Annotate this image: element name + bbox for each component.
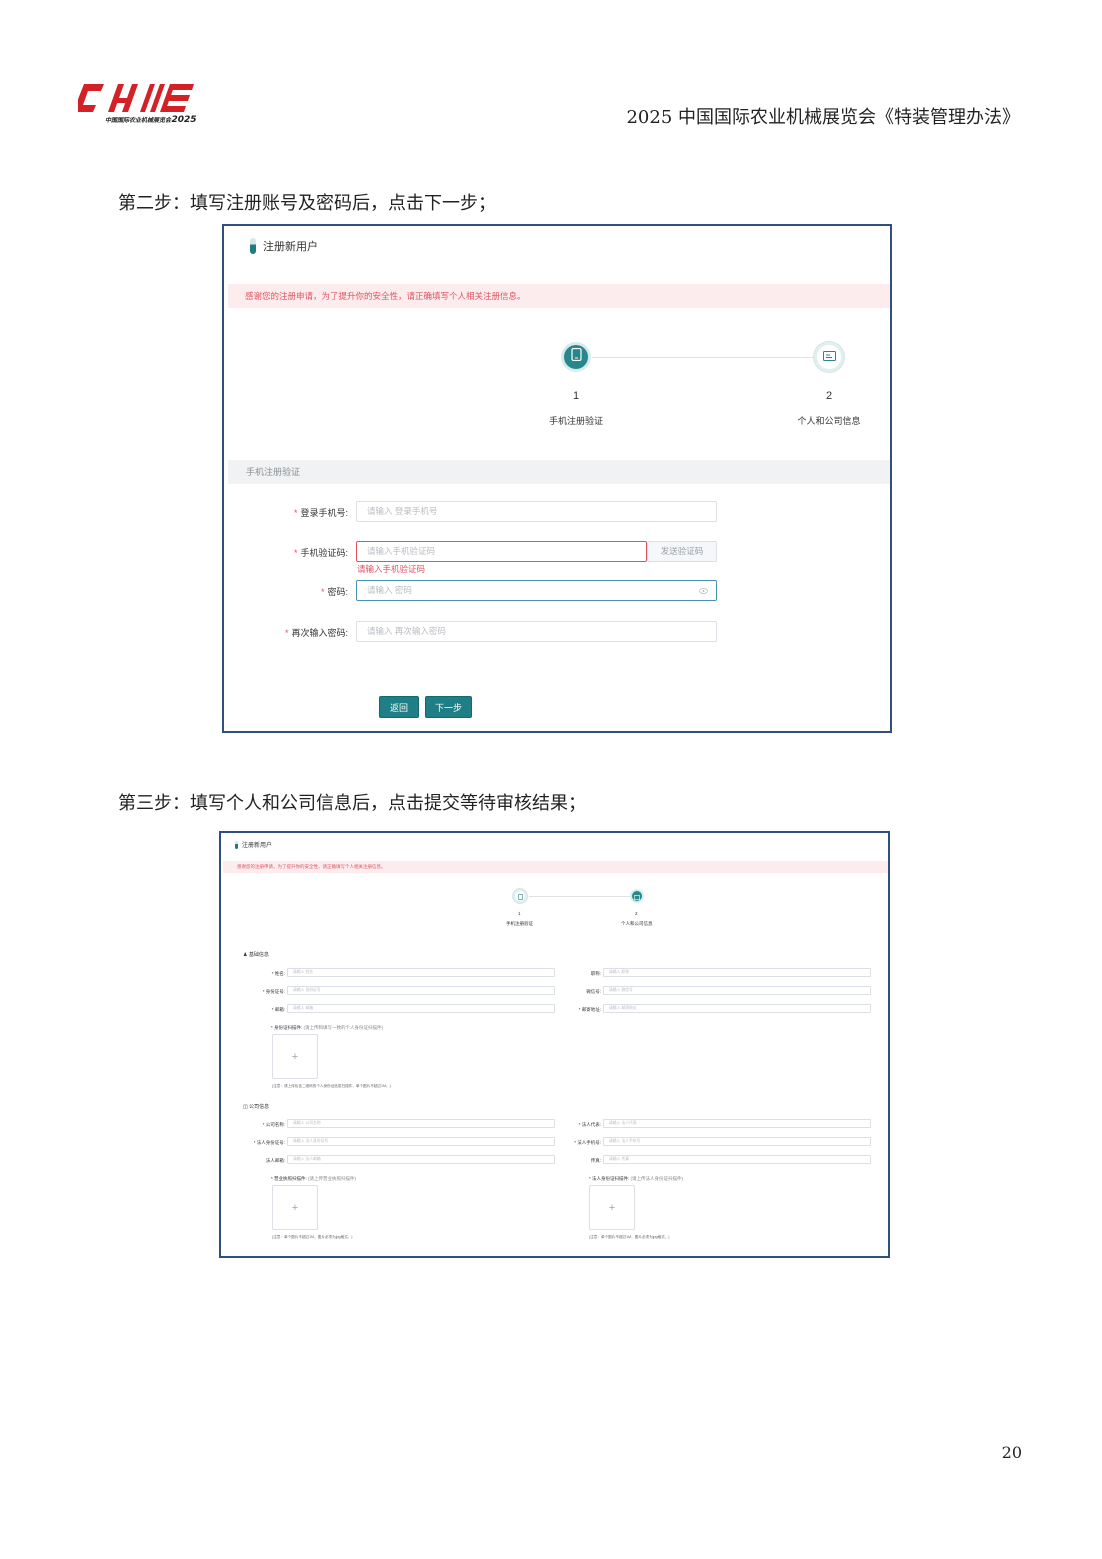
address-input[interactable]: 请输入 邮寄地址 (603, 1004, 871, 1013)
id-number-label: * 身份证号: (262, 989, 285, 994)
name-label: * 姓名: (271, 971, 285, 976)
phone-input[interactable]: 请输入 登录手机号 (356, 501, 717, 522)
step2-label: 个人和公司信息 (797, 416, 861, 426)
license-upload-box[interactable]: + (272, 1185, 318, 1230)
step1-label: 手机注册验证 (548, 416, 603, 426)
user-icon: ♟ (243, 952, 248, 958)
legal-id-upload-note: (注意：单个图片不超过1M，图片必须为jpg格式。) (589, 1235, 670, 1239)
id-upload-note: (注意：请上传包含二维码的个人身份证信息扫描件，单个图片不超过1M。) (272, 1084, 391, 1088)
legal-rep-label: * 法人代表: (578, 1122, 601, 1127)
next-button[interactable]: 下一步 (425, 696, 472, 718)
email-input[interactable]: 请输入 邮箱 (287, 1004, 555, 1013)
step1-circle (561, 342, 591, 372)
step2-circle (814, 342, 844, 372)
phone-icon (517, 887, 523, 905)
step1-label-2: 手机注册验证 (506, 921, 533, 926)
section-title: 手机注册验证 (228, 460, 890, 484)
register-title-2: 注册新用户 (242, 843, 273, 849)
legal-id-label: * 法人身份证号: (253, 1140, 285, 1145)
register-header-2: 注册新用户 (235, 840, 272, 849)
eye-icon[interactable] (699, 581, 708, 607)
legal-phone-input[interactable]: 请输入 法人手机号 (603, 1137, 871, 1146)
step1-number-2: 1 (518, 911, 521, 916)
legal-email-label: 法人邮箱: (265, 1158, 285, 1163)
job-title-label: 职称: (590, 971, 601, 976)
legal-phone-label: * 法人手机号: (574, 1140, 601, 1145)
email-label: * 邮箱: (271, 1007, 285, 1012)
license-upload-note: (注意：单个图片不超过1M，图片必须为jpg格式。) (272, 1235, 353, 1239)
id-card-icon (822, 348, 836, 366)
legal-email-input[interactable]: 请输入 法人邮箱 (287, 1155, 555, 1164)
phone-label: * 登录手机号: (293, 508, 348, 518)
job-title-input[interactable]: 请输入 职称 (603, 968, 871, 977)
sms-code-label: * 手机验证码: (293, 548, 348, 558)
step2-label-2: 个人和公司信息 (621, 921, 653, 926)
sms-code-input[interactable]: 请输入手机验证码 (356, 541, 647, 562)
id-upload-label: * 身份证扫描件: (请上传和填写一致的个人身份证扫描件) (271, 1025, 384, 1030)
svg-text:中国国际农业机械展览会: 中国国际农业机械展览会 (105, 116, 172, 124)
company-name-label: * 公司名称: (262, 1122, 285, 1127)
personal-section-title: ♟ 基础信息 (243, 952, 269, 958)
svg-text:2025: 2025 (171, 115, 196, 124)
screenshot-company-info: 注册新用户 感谢您的注册申请，为了提升你的安全性，请正确填写个人相关注册信息。 … (219, 831, 890, 1258)
step1-circle-2 (513, 889, 527, 903)
legal-id-upload-label: * 法人身份证扫描件: (请上传法人身份证扫描件) (589, 1176, 684, 1181)
legal-rep-input[interactable]: 请输入 法人代表 (603, 1119, 871, 1128)
register-notice: 感谢您的注册申请，为了提升你的安全性，请正确填写个人相关注册信息。 (228, 284, 890, 308)
steps-connector (592, 357, 814, 358)
fax-label: 传真: (590, 1158, 601, 1163)
step2-circle-2 (630, 889, 644, 903)
legal-id-upload-box[interactable]: + (589, 1185, 635, 1230)
id-number-input[interactable]: 请输入 身份证号 (287, 986, 555, 995)
back-button[interactable]: 返回 (379, 696, 419, 718)
legal-id-input[interactable]: 请输入 法人身份证号 (287, 1137, 555, 1146)
came-logo: 中国国际农业机械展览会 2025 (73, 80, 197, 125)
step2-number-2: 2 (635, 911, 638, 916)
send-code-button[interactable]: 发送验证码 (647, 541, 717, 562)
company-name-input[interactable]: 请输入 公司名称 (287, 1119, 555, 1128)
password-label: * 密码: (320, 587, 348, 597)
wechat-input[interactable]: 请输入 微信号 (603, 986, 871, 995)
register-title: 注册新用户 (263, 241, 318, 253)
register-notice-2: 感谢您的注册申请，为了提升你的安全性，请正确填写个人相关注册信息。 (223, 861, 888, 873)
address-label: * 邮寄地址: (578, 1007, 601, 1012)
screenshot-phone-verification: 注册新用户 感谢您的注册申请，为了提升你的安全性，请正确填写个人相关注册信息。 … (222, 224, 892, 733)
id-upload-box[interactable]: + (272, 1034, 318, 1079)
license-upload-label: * 营业执照扫描件: (请上传营业执照扫描件) (271, 1176, 357, 1181)
step1-number: 1 (572, 390, 580, 402)
company-section-title: ◫ 公司信息 (243, 1104, 270, 1110)
fax-input[interactable]: 请输入 传真 (603, 1155, 871, 1164)
step3-instruction: 第三步：填写个人和公司信息后，点击提交等待审核结果； (118, 793, 586, 814)
password-input[interactable]: 请输入 密码 (356, 580, 717, 601)
step2-instruction: 第二步：填写注册账号及密码后，点击下一步； (118, 193, 496, 214)
title-marker-icon (250, 238, 256, 254)
steps-connector-2 (529, 896, 637, 897)
confirm-password-input[interactable]: 请输入 再次输入密码 (356, 621, 717, 642)
building-icon: ◫ (243, 1104, 248, 1110)
phone-icon (570, 347, 582, 366)
step2-number: 2 (825, 390, 833, 402)
confirm-password-label: * 再次输入密码: (284, 628, 348, 638)
name-input[interactable]: 请输入 姓名 (287, 968, 555, 977)
title-marker-icon (235, 840, 238, 849)
page-number: 20 (1001, 1443, 1022, 1462)
document-header-title: 2025 中国国际农业机械展览会《特装管理办法》 (626, 107, 1020, 128)
register-header: 注册新用户 (250, 238, 318, 254)
wechat-label: 微信号: (586, 989, 601, 994)
id-card-icon (634, 887, 641, 905)
sms-code-error: 请输入手机验证码 (357, 564, 426, 574)
